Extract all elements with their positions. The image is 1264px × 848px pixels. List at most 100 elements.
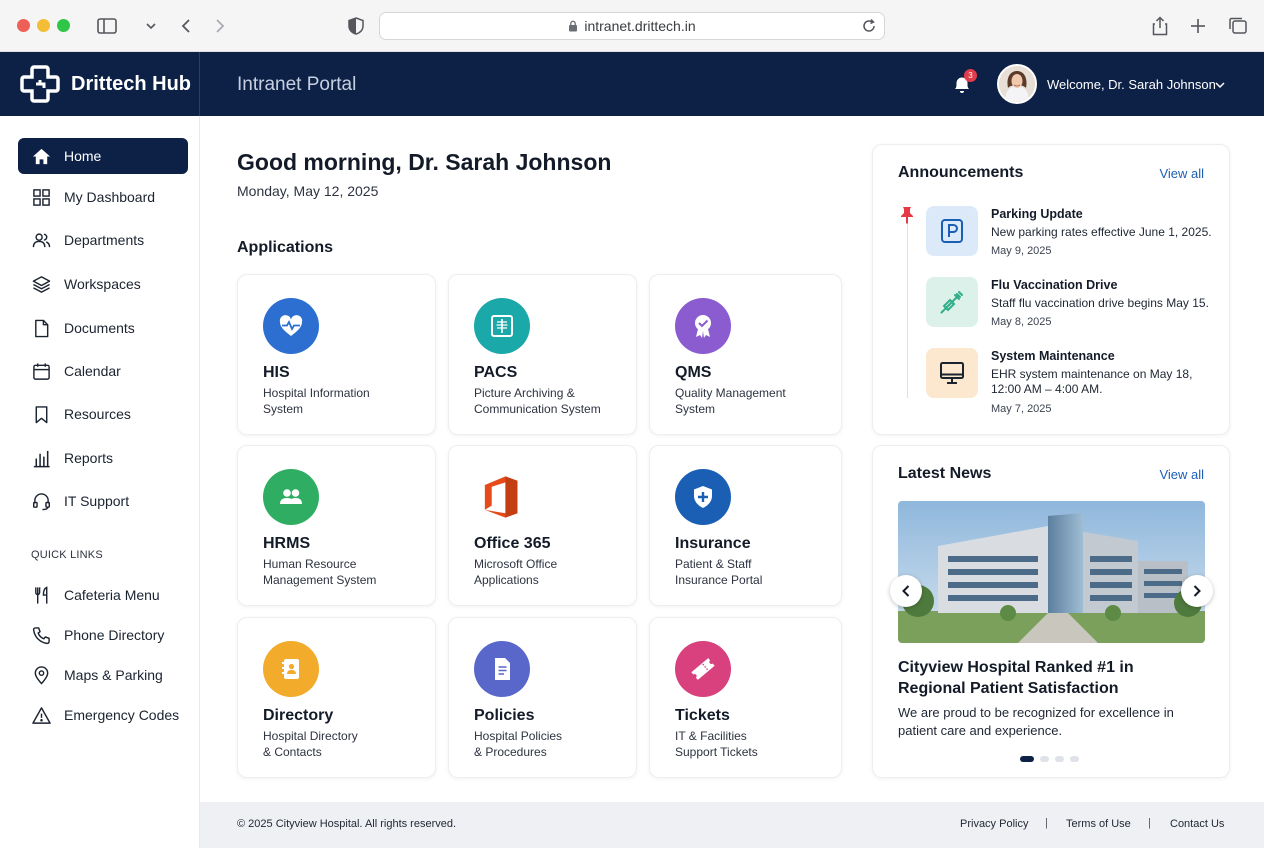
phone-icon: [32, 626, 50, 644]
reload-icon[interactable]: [860, 17, 878, 35]
sidebar-item-home[interactable]: Home: [18, 138, 188, 174]
close-window-button[interactable]: [17, 19, 30, 32]
contact-book-icon: [263, 641, 319, 697]
latest-news-title: Latest News: [898, 465, 992, 482]
headset-icon: [32, 492, 51, 510]
app-name: Tickets: [675, 707, 730, 724]
share-icon[interactable]: [1148, 14, 1172, 38]
app-name: HRMS: [263, 535, 311, 552]
forward-icon[interactable]: [208, 14, 232, 38]
quality-badge-icon: [675, 298, 731, 354]
carousel-dot[interactable]: [1040, 756, 1049, 762]
back-icon[interactable]: [174, 14, 198, 38]
announcement-date: May 7, 2025: [991, 403, 1052, 415]
sidebar-item-label: Resources: [64, 406, 131, 422]
privacy-policy-link[interactable]: Privacy Policy: [960, 818, 1028, 830]
parking-icon: [926, 206, 978, 256]
heart-pulse-icon: [263, 298, 319, 354]
app-name: Insurance: [675, 535, 751, 552]
home-icon: [32, 148, 51, 164]
announcement-title[interactable]: Parking Update: [991, 207, 1083, 221]
current-date: Monday, May 12, 2025: [237, 183, 379, 199]
xray-icon: [474, 298, 530, 354]
app-card-hrms[interactable]: HRMS Human Resource Management System: [237, 445, 436, 606]
carousel-dot[interactable]: [1055, 756, 1064, 762]
pin-icon: [901, 207, 913, 224]
app-description: Microsoft Office Applications: [474, 557, 558, 587]
quick-link-emergency-codes[interactable]: Emergency Codes: [18, 697, 188, 733]
announcement-title[interactable]: Flu Vaccination Drive: [991, 278, 1117, 292]
carousel-next-button[interactable]: [1181, 575, 1213, 607]
policy-document-icon: [474, 641, 530, 697]
zoom-window-button[interactable]: [57, 19, 70, 32]
announcements-panel: Announcements View all Parking Update Ne…: [872, 144, 1230, 435]
brand[interactable]: Drittech Hub: [0, 52, 200, 116]
copyright-text: © 2025 Cityview Hospital. All rights res…: [237, 818, 457, 830]
carousel-dot[interactable]: [1020, 756, 1034, 762]
bar-chart-icon: [33, 450, 50, 467]
app-description: Quality Management System: [675, 386, 786, 416]
app-card-office-365[interactable]: Office 365 Microsoft Office Applications: [448, 445, 637, 606]
news-image[interactable]: [898, 501, 1205, 643]
sidebar-item-calendar[interactable]: Calendar: [18, 353, 188, 389]
tab-overview-icon[interactable]: [1226, 14, 1250, 38]
new-tab-icon[interactable]: [1186, 14, 1210, 38]
app-card-qms[interactable]: QMS Quality Management System: [649, 274, 842, 435]
monitor-icon: [926, 348, 978, 398]
announcements-view-all-link[interactable]: View all: [1159, 166, 1204, 181]
app-card-insurance[interactable]: Insurance Patient & Staff Insurance Porta…: [649, 445, 842, 606]
announcement-date: May 9, 2025: [991, 245, 1052, 257]
app-card-policies[interactable]: Policies Hospital Policies & Procedures: [448, 617, 637, 778]
contact-us-link[interactable]: Contact Us: [1170, 818, 1224, 830]
terms-of-use-link[interactable]: Terms of Use: [1066, 818, 1131, 830]
welcome-text[interactable]: Welcome, Dr. Sarah Johnson: [1047, 77, 1216, 92]
sidebar-item-documents[interactable]: Documents: [18, 310, 188, 346]
layers-icon: [32, 275, 51, 293]
sidebar-item-reports[interactable]: Reports: [18, 440, 188, 476]
minimize-window-button[interactable]: [37, 19, 50, 32]
portal-title: Intranet Portal: [237, 74, 357, 95]
document-icon: [35, 319, 49, 337]
news-view-all-link[interactable]: View all: [1159, 467, 1204, 482]
app-card-tickets[interactable]: Tickets IT & Facilities Support Tickets: [649, 617, 842, 778]
quick-link-label: Cafeteria Menu: [64, 587, 160, 603]
office-icon: [474, 469, 530, 525]
announcement-text: EHR system maintenance on May 18, 12:00 A…: [991, 367, 1193, 396]
quick-link-cafeteria-menu[interactable]: Cafeteria Menu: [18, 577, 188, 613]
syringe-icon: [926, 277, 978, 327]
quick-links-heading: QUICK LINKS: [31, 549, 103, 561]
calendar-icon: [33, 362, 50, 380]
carousel-prev-button[interactable]: [890, 575, 922, 607]
lock-icon: [569, 20, 578, 32]
sidebar-item-label: IT Support: [64, 493, 130, 509]
quick-link-phone-directory[interactable]: Phone Directory: [18, 617, 188, 653]
privacy-shield-icon[interactable]: [344, 14, 368, 38]
medical-cross-logo-icon: [20, 65, 60, 103]
address-bar[interactable]: intranet.drittech.in: [379, 12, 885, 40]
chevron-down-icon[interactable]: [139, 14, 163, 38]
cutlery-icon: [35, 585, 48, 604]
applications-heading: Applications: [237, 239, 334, 256]
bookmark-icon: [35, 405, 48, 423]
sidebar-item-it-support[interactable]: IT Support: [18, 483, 188, 519]
announcements-title: Announcements: [898, 164, 1024, 181]
quick-link-label: Emergency Codes: [64, 707, 180, 723]
quick-link-maps-parking[interactable]: Maps & Parking: [18, 657, 188, 693]
avatar[interactable]: [997, 64, 1037, 104]
sidebar-item-workspaces[interactable]: Workspaces: [18, 266, 188, 302]
sidebar-toggle-icon[interactable]: [95, 14, 119, 38]
chevron-down-icon[interactable]: [1214, 79, 1226, 91]
sidebar-item-departments[interactable]: Departments: [18, 222, 188, 258]
app-card-directory[interactable]: Directory Hospital Directory & Contacts: [237, 617, 436, 778]
news-headline[interactable]: Cityview Hospital Ranked #1 in Regional …: [898, 657, 1198, 699]
app-description: Hospital Information System: [263, 386, 370, 416]
sidebar-item-resources[interactable]: Resources: [18, 396, 188, 432]
app-card-his[interactable]: HIS Hospital Information System: [237, 274, 436, 435]
app-name: QMS: [675, 364, 712, 381]
announcement-title[interactable]: System Maintenance: [991, 349, 1115, 363]
app-card-pacs[interactable]: PACS Picture Archiving & Communication Sy…: [448, 274, 637, 435]
notification-badge: 3: [964, 69, 977, 82]
carousel-dot[interactable]: [1070, 756, 1079, 762]
browser-chrome: intranet.drittech.in: [0, 0, 1264, 52]
sidebar-item-my-dashboard[interactable]: My Dashboard: [18, 179, 188, 215]
